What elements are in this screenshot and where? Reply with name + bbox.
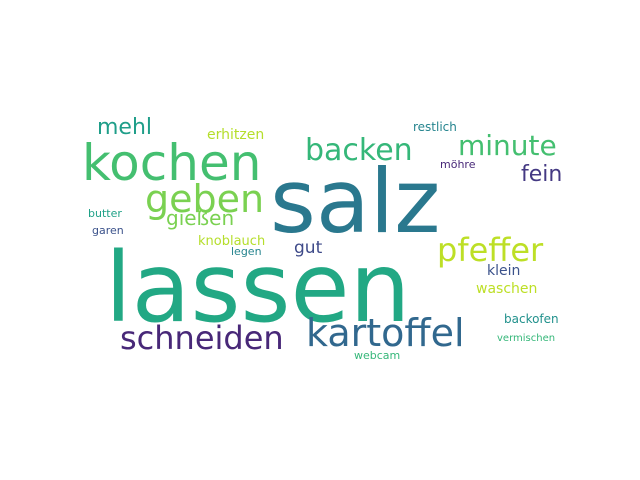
word-butter: butter <box>88 207 122 220</box>
word-fein: fein <box>521 162 563 187</box>
word-webcam: webcam <box>354 349 401 362</box>
word-klein: klein <box>487 263 521 279</box>
word-vermischen: vermischen <box>497 333 556 344</box>
word-schneiden: schneiden <box>120 319 284 357</box>
word-backofen: backofen <box>504 312 559 326</box>
word-restlich: restlich <box>413 120 457 134</box>
word-giessen: gießen <box>166 206 235 230</box>
word-erhitzen: erhitzen <box>207 127 265 143</box>
word-pfeffer: pfeffer <box>437 231 544 269</box>
word-backen: backen <box>305 133 413 168</box>
word-mehl: mehl <box>97 115 153 140</box>
word-cloud: salz lassen kochen kartoffel schneiden g… <box>0 0 640 480</box>
word-minute: minute <box>458 129 557 162</box>
word-moehre: möhre <box>440 158 476 171</box>
word-garen: garen <box>92 224 124 237</box>
word-waschen: waschen <box>476 281 538 297</box>
word-kartoffel: kartoffel <box>306 311 465 355</box>
word-legen: legen <box>231 245 262 258</box>
word-gut: gut <box>294 238 323 258</box>
